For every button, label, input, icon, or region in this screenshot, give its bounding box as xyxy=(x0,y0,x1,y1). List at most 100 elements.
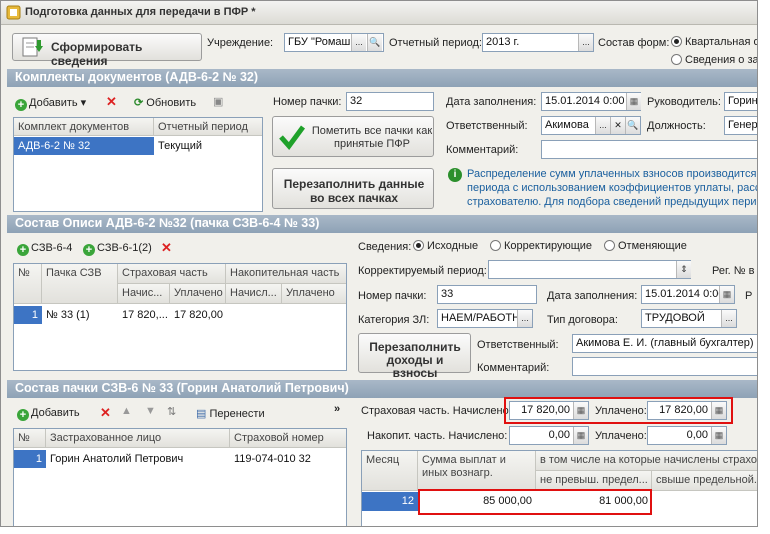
month-col-month[interactable]: Месяц xyxy=(362,451,418,491)
inv-comment-field[interactable] xyxy=(572,357,757,376)
refill-all-label: Перезаполнить данные во всех пачках xyxy=(283,177,425,205)
forms-label: Состав форм: xyxy=(598,37,670,49)
pack-col-no[interactable]: № xyxy=(14,429,46,448)
category-label: Категория ЗЛ: xyxy=(358,314,430,326)
sort-icon[interactable]: ⇅ xyxy=(167,405,176,418)
position-field[interactable]: Генера xyxy=(724,116,758,135)
inv-comment-label: Комментарий: xyxy=(477,362,550,374)
opt-correcting[interactable]: Корректирующие xyxy=(490,240,592,252)
inventory-table: № Пачка СЗВ Страховая часть Накопительна… xyxy=(13,263,347,371)
pack-row-person: Горин Анатолий Петрович xyxy=(50,453,184,465)
copy-icon[interactable]: ▣ xyxy=(213,95,223,108)
inv-responsible-field[interactable]: Акимова Е. И. (главный бухгалтер) xyxy=(572,334,757,353)
generate-button[interactable]: Сформировать сведения xyxy=(12,33,202,68)
month-col-over[interactable]: свыше предельной... xyxy=(652,471,757,491)
main-window: Подготовка данных для передачи в ПФР * С… xyxy=(0,0,758,527)
pack-table: № Застрахованное лицо Страховой номер 1 … xyxy=(13,428,347,526)
more-icon[interactable]: » xyxy=(334,403,340,415)
month-col-not-exceed[interactable]: не превыш. предел... xyxy=(536,471,652,491)
institution-select-button[interactable]: ... xyxy=(351,34,366,51)
inv-col-accumulative[interactable]: Накопительная часть xyxy=(226,264,346,284)
pack-no-field[interactable]: 32 xyxy=(346,92,434,111)
radio-checked-icon xyxy=(671,36,682,47)
inv-row-paid: 17 820,00 xyxy=(174,309,223,321)
refresh-button[interactable]: ⟳ Обновить xyxy=(134,96,196,109)
calendar-icon[interactable]: ▦ xyxy=(626,93,641,110)
calculator-icon[interactable]: ▦ xyxy=(711,427,726,444)
category-select-button[interactable]: ... xyxy=(517,310,532,327)
inventory-header: Состав Описи АДВ-6-2 №32 (пачка СЗВ-6-4 … xyxy=(7,215,757,233)
opt-cancel-label: Отменяющие xyxy=(618,240,687,252)
month-col-sum[interactable]: Сумма выплат и иных вознагр. xyxy=(418,451,536,491)
corr-period-label: Корректируемый период: xyxy=(358,265,487,277)
pack-header: Состав пачки СЗВ-6 № 33 (Горин Анатолий … xyxy=(7,380,757,398)
delete-icon[interactable]: ✕ xyxy=(106,94,117,110)
acc-calc-label: Накопит. часть. Начислено: xyxy=(367,430,508,442)
head-value: Горин А xyxy=(728,95,758,107)
institution-label: Учреждение: xyxy=(207,37,274,49)
table-row[interactable]: 1 № 33 (1) 17 820,... 17 820,00 xyxy=(14,306,346,324)
comment-field[interactable] xyxy=(541,140,757,159)
position-label: Должность: xyxy=(647,120,706,132)
period-label: Отчетный период: xyxy=(389,37,482,49)
radio-icon xyxy=(604,240,615,251)
table-row[interactable]: АДВ-6-2 № 32 Текущий xyxy=(14,137,262,155)
sets-col-period[interactable]: Отчетный период xyxy=(154,118,262,136)
forms-option-info[interactable]: Сведения о за xyxy=(671,54,757,66)
inv-sub-calc[interactable]: Начис... xyxy=(118,284,170,304)
move-up-icon[interactable]: ▲ xyxy=(121,405,132,417)
inv-col-no[interactable]: № xyxy=(14,264,42,304)
responsible-search-icon[interactable]: 🔍 xyxy=(625,117,640,134)
pack-col-person[interactable]: Застрахованное лицо xyxy=(46,429,230,448)
corr-period-spin-icon[interactable]: ⇕ xyxy=(676,261,691,278)
transfer-button[interactable]: ▤ Перенести xyxy=(196,407,265,420)
month-col-including[interactable]: в том числе на которые начислены страхов xyxy=(536,451,757,471)
pack-add-button[interactable]: + Добавить xyxy=(17,407,80,421)
table-row[interactable]: 1 Горин Анатолий Петрович 119-074-010 32 xyxy=(14,450,346,468)
pack-no-label: Номер пачки: xyxy=(273,96,342,108)
head-field[interactable]: Горин А xyxy=(724,92,758,111)
position-value: Генера xyxy=(728,119,758,131)
sets-table: Комплект документов Отчетный период АДВ-… xyxy=(13,117,263,212)
corr-period-field[interactable] xyxy=(488,260,691,279)
comment-label: Комментарий: xyxy=(446,144,519,156)
responsible-select-button[interactable]: ... xyxy=(595,117,610,134)
responsible-clear-icon[interactable]: ✕ xyxy=(610,117,625,134)
radio-icon xyxy=(490,240,501,251)
calendar-icon[interactable]: ▦ xyxy=(719,286,734,303)
opt-cancel[interactable]: Отменяющие xyxy=(604,240,687,252)
pack-add-label: Добавить xyxy=(31,407,80,419)
inv-col-insurance[interactable]: Страховая часть xyxy=(118,264,226,284)
inv-fill-date-value: 15.01.2014 0:00 xyxy=(645,288,725,300)
delete-icon[interactable]: ✕ xyxy=(161,240,172,256)
head-label: Руководитель: xyxy=(647,96,721,108)
opt-initial[interactable]: Исходные xyxy=(413,240,478,252)
contract-select-button[interactable]: ... xyxy=(721,310,736,327)
refill-income-button[interactable]: Перезаполнить доходы и взносы xyxy=(358,333,471,380)
sets-col-set[interactable]: Комплект документов xyxy=(14,118,154,136)
inv-row-calc: 17 820,... xyxy=(122,309,168,321)
add-szv61-button[interactable]: + СЗВ-6-1(2) xyxy=(83,242,152,256)
refill-all-button[interactable]: Перезаполнить данные во всех пачках xyxy=(272,168,434,209)
inv-col-pack[interactable]: Пачка СЗВ xyxy=(42,264,118,304)
inv-sub-paid[interactable]: Уплачено xyxy=(170,284,226,304)
transfer-icon: ▤ xyxy=(196,408,207,420)
responsible-value: Акимова xyxy=(545,119,589,131)
institution-search-icon[interactable]: 🔍 xyxy=(367,34,382,51)
add-szv61-label: СЗВ-6-1(2) xyxy=(97,242,152,254)
add-szv64-button[interactable]: + СЗВ-6-4 xyxy=(17,242,72,256)
pack-no-value: 32 xyxy=(350,95,363,107)
inv-pack-no-field[interactable]: 33 xyxy=(437,285,537,304)
delete-icon[interactable]: ✕ xyxy=(100,405,111,421)
opt-initial-label: Исходные xyxy=(427,240,479,252)
move-down-icon[interactable]: ▼ xyxy=(145,405,156,417)
inv-sub-calc2[interactable]: Начисл... xyxy=(226,284,282,304)
mark-accepted-button[interactable]: Пометить все пачки как принятые ПФР xyxy=(272,116,434,157)
forms-option-quarterly[interactable]: Квартальная о xyxy=(671,36,757,48)
add-set-button[interactable]: + Добавить ▾ xyxy=(15,96,86,111)
inv-sub-paid2[interactable]: Уплачено xyxy=(282,284,346,304)
calculator-icon[interactable]: ▦ xyxy=(573,427,588,444)
pack-col-snils[interactable]: Страховой номер xyxy=(230,429,346,448)
month-row-month: 12 xyxy=(362,492,418,511)
period-select-button[interactable]: ... xyxy=(578,34,593,51)
